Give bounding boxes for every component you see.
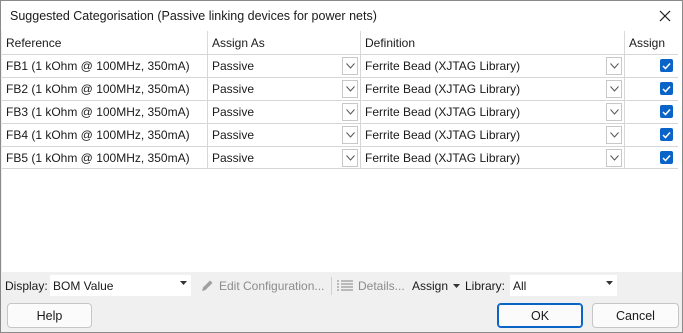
assign-as-dropdown[interactable] <box>342 149 358 167</box>
table-row[interactable]: FB1 (1 kOhm @ 100MHz, 350mA) Passive Ferri… <box>2 54 678 77</box>
chevron-down-icon <box>609 86 619 92</box>
display-select[interactable]: BOM Value <box>50 275 191 296</box>
library-select-value: All <box>513 279 527 293</box>
list-icon <box>337 280 353 291</box>
assign-cell <box>625 101 678 123</box>
display-select-value: BOM Value <box>53 279 114 293</box>
chevron-down-icon <box>453 283 461 288</box>
assign-checkbox[interactable] <box>660 82 673 95</box>
assign-as-cell[interactable]: Passive <box>208 147 361 169</box>
assign-as-dropdown[interactable] <box>342 126 358 144</box>
assign-checkbox[interactable] <box>660 59 673 72</box>
assign-dropdown-label: Assign <box>412 279 449 293</box>
definition-dropdown[interactable] <box>606 126 622 144</box>
assign-checkbox[interactable] <box>660 128 673 141</box>
close-button[interactable] <box>648 1 682 31</box>
definition-cell[interactable]: Ferrite Bead (XJTAG Library) <box>361 78 625 100</box>
column-header-assign-as[interactable]: Assign As <box>208 31 361 54</box>
table-row[interactable]: FB4 (1 kOhm @ 100MHz, 350mA) Passive Ferri… <box>2 123 678 146</box>
column-header-assign[interactable]: Assign <box>625 31 678 54</box>
chevron-down-icon <box>180 281 187 285</box>
assign-as-value: Passive <box>212 105 255 119</box>
help-button[interactable]: Help <box>7 303 92 328</box>
assign-as-dropdown[interactable] <box>342 57 358 75</box>
pencil-icon <box>202 280 213 291</box>
table-row[interactable]: FB3 (1 kOhm @ 100MHz, 350mA) Passive Ferri… <box>2 100 678 123</box>
checkmark-icon <box>662 108 671 116</box>
assign-as-value: Passive <box>212 128 255 142</box>
reference-cell[interactable]: FB3 (1 kOhm @ 100MHz, 350mA) <box>2 101 208 123</box>
title-bar: Suggested Categorisation (Passive linkin… <box>1 1 682 31</box>
definition-value: Ferrite Bead (XJTAG Library) <box>365 105 521 119</box>
edit-configuration-label: Edit Configuration... <box>219 279 325 293</box>
library-select[interactable]: All <box>510 275 617 296</box>
assign-cell <box>625 124 678 146</box>
dialog-window: Suggested Categorisation (Passive linkin… <box>0 0 683 333</box>
assign-as-cell[interactable]: Passive <box>208 124 361 146</box>
assign-as-value: Passive <box>212 151 255 165</box>
chevron-down-icon <box>345 86 355 92</box>
definition-value: Ferrite Bead (XJTAG Library) <box>365 151 521 165</box>
definition-value: Ferrite Bead (XJTAG Library) <box>365 82 521 96</box>
assign-cell <box>625 78 678 100</box>
definition-cell[interactable]: Ferrite Bead (XJTAG Library) <box>361 147 625 169</box>
chevron-down-icon <box>345 155 355 161</box>
toolbar-separator <box>331 277 332 295</box>
chevron-down-icon <box>609 155 619 161</box>
chevron-down-icon <box>345 109 355 115</box>
library-label: Library: <box>465 279 506 293</box>
assign-cell <box>625 147 678 169</box>
assign-as-cell[interactable]: Passive <box>208 101 361 123</box>
chevron-down-icon <box>609 63 619 69</box>
display-label: Display: <box>5 279 48 293</box>
assign-checkbox[interactable] <box>660 151 673 164</box>
column-header-definition[interactable]: Definition <box>361 31 625 54</box>
assign-as-cell[interactable]: Passive <box>208 78 361 100</box>
checkmark-icon <box>662 85 671 93</box>
assign-cell <box>625 55 678 77</box>
categorisation-grid: Reference Assign As Definition Assign FB… <box>2 31 682 272</box>
checkmark-icon <box>662 62 671 70</box>
assign-checkbox[interactable] <box>660 105 673 118</box>
window-title: Suggested Categorisation (Passive linkin… <box>10 9 377 23</box>
definition-cell[interactable]: Ferrite Bead (XJTAG Library) <box>361 55 625 77</box>
reference-cell[interactable]: FB2 (1 kOhm @ 100MHz, 350mA) <box>2 78 208 100</box>
definition-dropdown[interactable] <box>606 57 622 75</box>
table-row[interactable]: FB5 (1 kOhm @ 100MHz, 350mA) Passive Ferri… <box>2 146 678 169</box>
checkmark-icon <box>662 154 671 162</box>
grid-header: Reference Assign As Definition Assign <box>2 31 682 54</box>
details-button[interactable]: Details... <box>337 279 405 293</box>
assign-dropdown-button[interactable]: Assign <box>412 279 461 293</box>
definition-dropdown[interactable] <box>606 103 622 121</box>
chevron-down-icon <box>606 281 613 285</box>
assign-as-dropdown[interactable] <box>342 80 358 98</box>
assign-as-value: Passive <box>212 59 255 73</box>
chevron-down-icon <box>609 132 619 138</box>
ok-button[interactable]: OK <box>497 303 583 328</box>
details-label: Details... <box>358 279 405 293</box>
definition-cell[interactable]: Ferrite Bead (XJTAG Library) <box>361 101 625 123</box>
assign-as-value: Passive <box>212 82 255 96</box>
reference-cell[interactable]: FB5 (1 kOhm @ 100MHz, 350mA) <box>2 147 208 169</box>
edit-configuration-button[interactable]: Edit Configuration... <box>200 279 324 293</box>
definition-value: Ferrite Bead (XJTAG Library) <box>365 128 521 142</box>
cancel-button[interactable]: Cancel <box>592 303 679 328</box>
reference-cell[interactable]: FB1 (1 kOhm @ 100MHz, 350mA) <box>2 55 208 77</box>
definition-dropdown[interactable] <box>606 149 622 167</box>
chevron-down-icon <box>345 132 355 138</box>
assign-as-cell[interactable]: Passive <box>208 55 361 77</box>
chevron-down-icon <box>345 63 355 69</box>
table-row[interactable]: FB2 (1 kOhm @ 100MHz, 350mA) Passive Ferri… <box>2 77 678 100</box>
assign-as-dropdown[interactable] <box>342 103 358 121</box>
toolbar: Display: BOM Value Edit Configuration...… <box>1 273 682 299</box>
button-bar: Help OK Cancel <box>1 299 682 332</box>
definition-dropdown[interactable] <box>606 80 622 98</box>
definition-cell[interactable]: Ferrite Bead (XJTAG Library) <box>361 124 625 146</box>
close-icon <box>659 10 671 22</box>
checkmark-icon <box>662 131 671 139</box>
chevron-down-icon <box>609 109 619 115</box>
definition-value: Ferrite Bead (XJTAG Library) <box>365 59 521 73</box>
reference-cell[interactable]: FB4 (1 kOhm @ 100MHz, 350mA) <box>2 124 208 146</box>
column-header-reference[interactable]: Reference <box>2 31 208 54</box>
